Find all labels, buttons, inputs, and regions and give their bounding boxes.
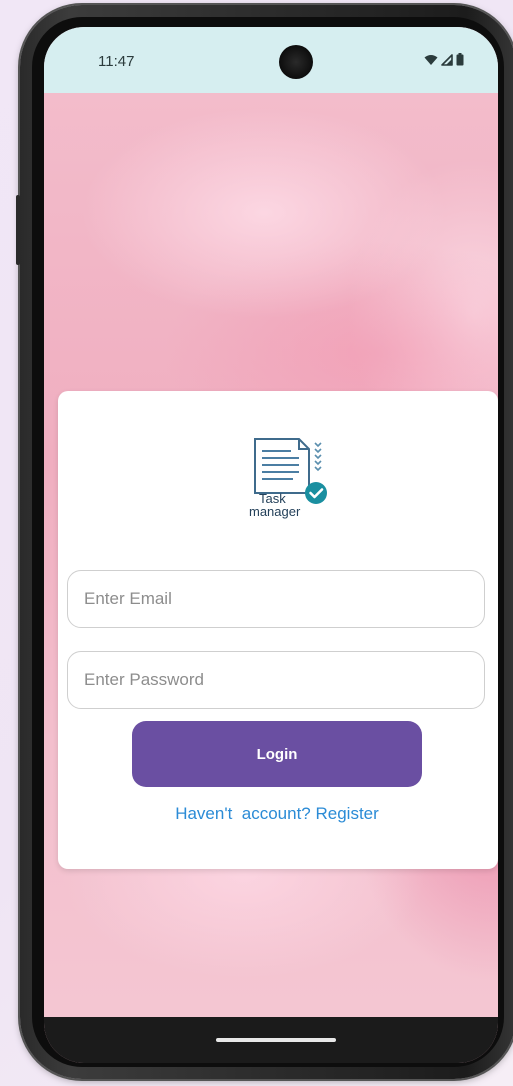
volume-button	[16, 195, 20, 265]
email-field[interactable]	[67, 570, 485, 628]
task-manager-logo: Task manager	[249, 438, 327, 519]
status-time: 11:47	[98, 53, 135, 70]
home-gesture-handle[interactable]	[216, 1038, 336, 1042]
logo-text-manager: manager	[249, 504, 301, 519]
phone-screen: 11:47 Task manager Enter Email Login Hav…	[44, 27, 498, 1063]
register-link[interactable]: Haven't account? Register	[58, 804, 496, 824]
battery-icon	[456, 53, 464, 66]
navigation-bar	[44, 1017, 498, 1063]
signal-icon	[441, 53, 453, 66]
login-card: Task manager Login Haven't account? Regi…	[58, 391, 498, 869]
password-field[interactable]	[67, 651, 485, 709]
status-bar: 11:47	[44, 27, 498, 93]
stage: 11:47 Task manager Enter Email Login Hav…	[0, 0, 513, 1086]
wifi-icon	[424, 54, 438, 65]
phone-frame: 11:47 Task manager Enter Email Login Hav…	[16, 5, 513, 1079]
front-camera	[279, 45, 313, 79]
login-button[interactable]: Login	[132, 721, 422, 787]
wallpaper-background: Task manager Login Haven't account? Regi…	[44, 93, 498, 1017]
status-icons	[424, 53, 464, 66]
